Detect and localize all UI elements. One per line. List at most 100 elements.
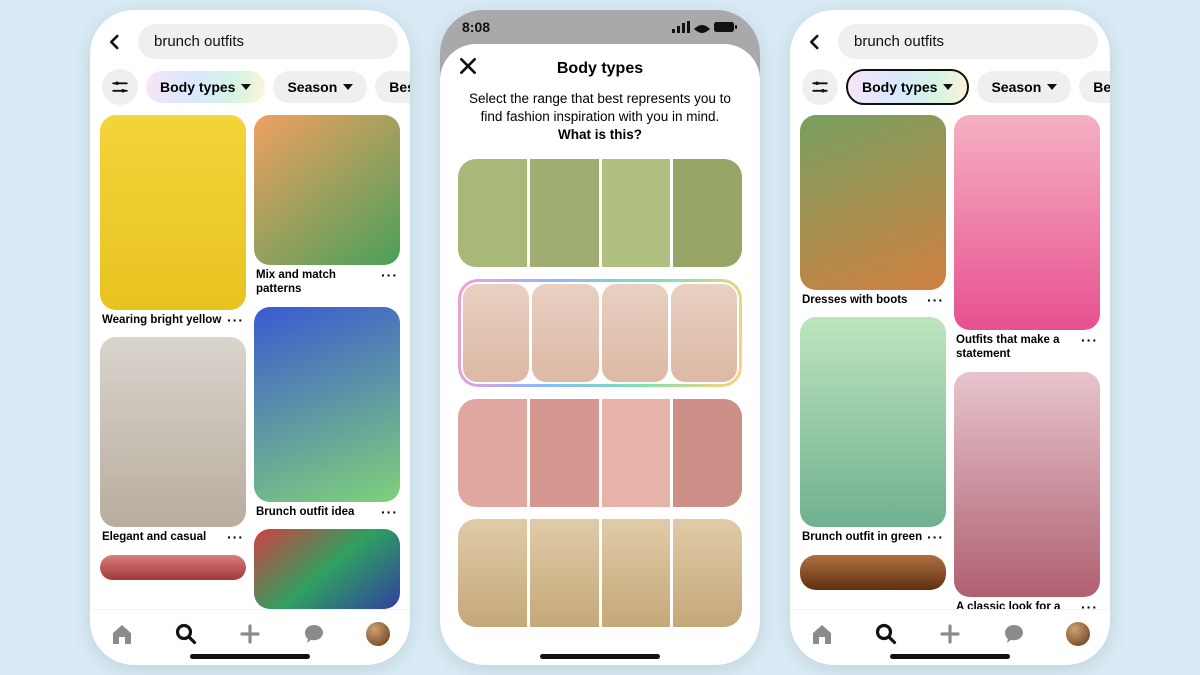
pin-card[interactable]: A classic look for a Sunday brunch date ·… xyxy=(954,372,1100,609)
pin-more-button[interactable]: ··· xyxy=(227,313,244,324)
chip-label: Body types xyxy=(160,79,235,95)
pin-image xyxy=(100,337,246,527)
pin-feed[interactable]: Dresses with boots ··· Brunch outfit in g… xyxy=(790,115,1110,609)
range-sample xyxy=(532,284,598,382)
pin-title: Outfits that make a statement xyxy=(956,333,1077,362)
feed-column-right: Outfits that make a statement ··· A class… xyxy=(954,115,1100,609)
pin-card[interactable]: Brunch outfit idea ··· xyxy=(254,307,400,523)
back-button[interactable] xyxy=(802,29,828,55)
sliders-icon xyxy=(111,78,129,96)
pin-more-button[interactable]: ··· xyxy=(927,293,944,304)
search-input[interactable]: brunch outfits xyxy=(138,24,398,59)
pin-feed[interactable]: Wearing bright yellow ··· Elegant and cas… xyxy=(90,115,410,609)
status-time: 8:08 xyxy=(462,19,490,35)
chip-body-types[interactable]: Body types xyxy=(146,71,265,103)
pin-image xyxy=(100,555,246,580)
chip-body-types-active[interactable]: Body types xyxy=(846,69,969,105)
body-types-sheet: Body types Select the range that best re… xyxy=(440,44,760,665)
pin-title: Wearing bright yellow xyxy=(102,313,221,327)
body-type-range-1[interactable] xyxy=(458,159,742,267)
status-icons xyxy=(672,21,738,33)
pin-card[interactable] xyxy=(254,529,400,609)
body-type-range-2-selected[interactable] xyxy=(458,279,742,387)
nav-create[interactable] xyxy=(237,621,263,647)
range-sample xyxy=(463,284,529,382)
wifi-icon xyxy=(694,21,710,33)
phone-screen-search-filtered: brunch outfits Body types Season Best Dr… xyxy=(790,10,1110,665)
home-indicator xyxy=(890,654,1010,659)
back-button[interactable] xyxy=(102,29,128,55)
search-input[interactable]: brunch outfits xyxy=(838,24,1098,59)
chevron-left-icon xyxy=(106,33,124,51)
range-sample xyxy=(673,399,742,507)
chevron-down-icon xyxy=(1047,84,1057,90)
avatar-icon xyxy=(1066,622,1090,646)
chevron-down-icon xyxy=(343,84,353,90)
pin-card[interactable]: Outfits that make a statement ··· xyxy=(954,115,1100,366)
search-icon xyxy=(174,622,198,646)
range-sample xyxy=(530,159,599,267)
battery-icon xyxy=(714,21,738,33)
nav-search[interactable] xyxy=(173,621,199,647)
body-type-range-4[interactable] xyxy=(458,519,742,627)
feed-column-left: Wearing bright yellow ··· Elegant and cas… xyxy=(100,115,246,609)
nav-create[interactable] xyxy=(937,621,963,647)
pin-more-button[interactable]: ··· xyxy=(1081,600,1098,609)
sheet-header: Body types xyxy=(458,60,742,78)
pin-more-button[interactable]: ··· xyxy=(227,530,244,541)
nav-home[interactable] xyxy=(109,621,135,647)
status-bar: 8:08 xyxy=(440,10,760,44)
close-button[interactable] xyxy=(458,55,478,83)
chip-season[interactable]: Season xyxy=(977,71,1071,103)
range-sample xyxy=(602,519,671,627)
pin-image xyxy=(254,529,400,609)
chip-season[interactable]: Season xyxy=(273,71,367,103)
range-sample xyxy=(673,519,742,627)
nav-messages[interactable] xyxy=(301,621,327,647)
range-sample xyxy=(602,159,671,267)
avatar-icon xyxy=(366,622,390,646)
range-sample xyxy=(673,159,742,267)
chevron-down-icon xyxy=(241,84,251,90)
filter-button[interactable] xyxy=(102,69,138,105)
pin-card[interactable]: Brunch outfit in green··· xyxy=(800,317,946,548)
pin-more-button[interactable]: ··· xyxy=(381,505,398,516)
nav-search[interactable] xyxy=(873,621,899,647)
pin-card[interactable]: Wearing bright yellow ··· xyxy=(100,115,246,331)
pin-title: Dresses with boots xyxy=(802,293,907,307)
speech-bubble-icon xyxy=(302,622,326,646)
close-icon xyxy=(458,56,478,76)
plus-icon xyxy=(938,622,962,646)
home-indicator xyxy=(540,654,660,659)
pin-title: Mix and match patterns xyxy=(256,268,377,297)
pin-title: Elegant and casual xyxy=(102,530,206,544)
pin-card[interactable]: Elegant and casual ··· xyxy=(100,337,246,548)
body-type-range-3[interactable] xyxy=(458,399,742,507)
pin-card[interactable] xyxy=(800,555,946,590)
nav-messages[interactable] xyxy=(1001,621,1027,647)
what-is-this-link[interactable]: What is this? xyxy=(558,127,642,142)
plus-icon xyxy=(238,622,262,646)
filter-button[interactable] xyxy=(802,69,838,105)
pin-image xyxy=(800,115,946,290)
pin-card[interactable] xyxy=(100,555,246,580)
search-icon xyxy=(874,622,898,646)
range-sample xyxy=(458,399,527,507)
nav-profile[interactable] xyxy=(1065,621,1091,647)
pin-more-button[interactable]: ··· xyxy=(927,530,944,541)
nav-profile[interactable] xyxy=(365,621,391,647)
pin-title: Brunch outfit idea xyxy=(256,505,354,519)
nav-home[interactable] xyxy=(809,621,835,647)
pin-card[interactable]: Dresses with boots ··· xyxy=(800,115,946,311)
filter-chip-row: Body types Season Best xyxy=(790,67,1110,115)
sliders-icon xyxy=(811,78,829,96)
pin-more-button[interactable]: ··· xyxy=(1081,333,1098,344)
chip-label: Best xyxy=(1093,79,1110,95)
pin-card[interactable]: Mix and match patterns ··· xyxy=(254,115,400,301)
pin-more-button[interactable]: ··· xyxy=(381,268,398,279)
chevron-down-icon xyxy=(943,84,953,90)
chip-best-partial[interactable]: Bes xyxy=(375,71,410,103)
chip-best[interactable]: Best xyxy=(1079,71,1110,103)
pin-title: A classic look for a Sunday brunch date xyxy=(956,600,1077,609)
range-sample xyxy=(671,284,737,382)
